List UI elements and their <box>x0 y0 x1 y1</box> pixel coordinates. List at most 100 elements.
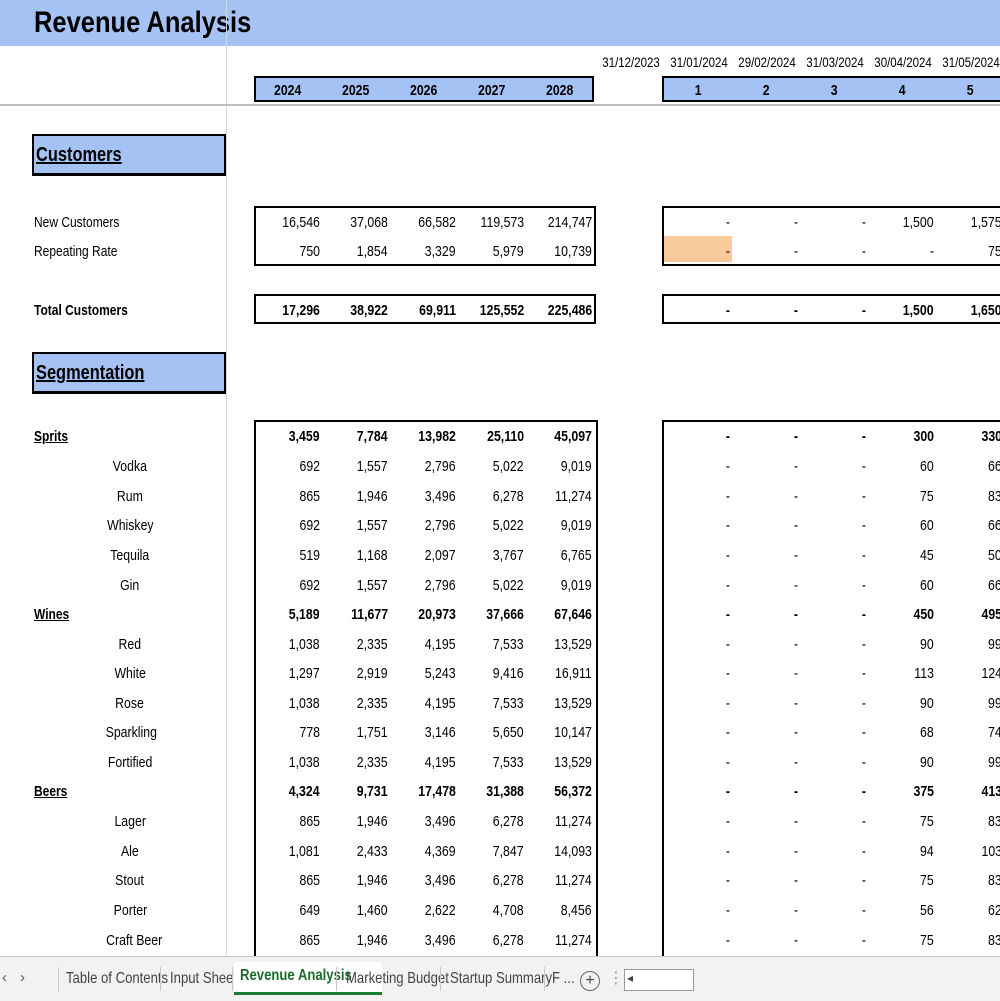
year-value-cell[interactable]: 2,335 <box>320 636 388 653</box>
month-value-cell[interactable]: - <box>662 577 730 594</box>
year-value-cell[interactable]: 1,460 <box>320 902 388 919</box>
year-value-cell[interactable]: 692 <box>252 517 320 534</box>
month-value-cell[interactable]: - <box>730 458 798 475</box>
year-header[interactable]: 2025 <box>322 82 390 99</box>
year-value-cell[interactable]: 1,946 <box>320 488 388 505</box>
month-value-cell[interactable]: - <box>662 872 730 889</box>
month-value-cell[interactable]: 75 <box>866 872 934 889</box>
year-value-cell[interactable]: 6,278 <box>456 813 524 830</box>
row-label[interactable]: Porter <box>100 902 160 919</box>
year-value-cell[interactable]: 13,529 <box>524 754 592 771</box>
year-value-cell[interactable]: 1,946 <box>320 932 388 949</box>
month-value-cell[interactable]: 413 <box>934 783 1000 800</box>
year-value-cell[interactable]: 2,335 <box>320 754 388 771</box>
year-value-cell[interactable]: 1,557 <box>320 517 388 534</box>
year-value-cell[interactable]: 2,335 <box>320 695 388 712</box>
month-value-cell[interactable]: 300 <box>866 428 934 445</box>
month-header[interactable]: 2 <box>732 82 800 99</box>
year-value-cell[interactable]: 1,557 <box>320 577 388 594</box>
month-value-cell[interactable]: 495 <box>934 606 1000 623</box>
row-label[interactable]: Sparkling <box>100 724 160 741</box>
year-value-cell[interactable]: 865 <box>252 488 320 505</box>
year-value-cell[interactable]: 7,847 <box>456 843 524 860</box>
month-value-cell[interactable]: - <box>662 458 730 475</box>
year-value-cell[interactable]: 6,765 <box>524 547 592 564</box>
month-value-cell[interactable]: 90 <box>866 636 934 653</box>
month-value-cell[interactable]: 1,500 <box>866 214 934 231</box>
row-label[interactable]: Sprits <box>34 428 77 445</box>
month-value-cell[interactable]: - <box>730 547 798 564</box>
year-value-cell[interactable]: 16,911 <box>524 665 592 682</box>
year-value-cell[interactable]: 16,546 <box>252 214 320 231</box>
month-value-cell[interactable]: - <box>662 724 730 741</box>
date-header[interactable]: 31/01/2024 <box>664 54 732 70</box>
year-value-cell[interactable]: 214,747 <box>524 214 592 231</box>
month-value-cell[interactable]: - <box>798 547 866 564</box>
year-value-cell[interactable]: 2,097 <box>388 547 456 564</box>
year-value-cell[interactable]: 1,038 <box>252 754 320 771</box>
month-value-cell[interactable]: - <box>798 577 866 594</box>
month-value-cell[interactable]: - <box>798 428 866 445</box>
row-label[interactable]: Craft Beer <box>100 932 162 949</box>
month-value-cell[interactable]: 60 <box>866 458 934 475</box>
month-value-cell[interactable]: - <box>662 695 730 712</box>
scroll-left-icon[interactable]: ‹ <box>2 969 7 986</box>
section-customers[interactable]: Customers <box>32 134 226 176</box>
row-label[interactable]: Wines <box>34 606 78 623</box>
month-value-cell[interactable]: - <box>730 724 798 741</box>
scroll-left-arrow-icon[interactable]: ◂ <box>627 971 633 985</box>
year-value-cell[interactable]: 10,147 <box>524 724 592 741</box>
year-value-cell[interactable]: 6,278 <box>456 872 524 889</box>
month-value-cell[interactable]: - <box>798 695 866 712</box>
month-value-cell[interactable]: - <box>798 243 866 260</box>
month-value-cell[interactable]: - <box>798 902 866 919</box>
month-value-cell[interactable]: - <box>730 636 798 653</box>
year-value-cell[interactable]: 1,854 <box>320 243 388 260</box>
year-value-cell[interactable]: 31,388 <box>456 783 524 800</box>
year-value-cell[interactable]: 6,278 <box>456 932 524 949</box>
year-value-cell[interactable]: 67,646 <box>524 606 592 623</box>
year-value-cell[interactable]: 3,146 <box>388 724 456 741</box>
year-value-cell[interactable]: 865 <box>252 813 320 830</box>
year-value-cell[interactable]: 7,533 <box>456 754 524 771</box>
year-value-cell[interactable]: 45,097 <box>524 428 592 445</box>
year-value-cell[interactable]: 5,022 <box>456 577 524 594</box>
add-sheet-icon[interactable]: + <box>580 971 600 991</box>
month-value-cell[interactable]: 99 <box>934 636 1000 653</box>
year-value-cell[interactable]: 692 <box>252 577 320 594</box>
year-value-cell[interactable]: 1,168 <box>320 547 388 564</box>
month-value-cell[interactable]: 75 <box>866 932 934 949</box>
year-value-cell[interactable]: 1,081 <box>252 843 320 860</box>
month-value-cell[interactable]: - <box>798 665 866 682</box>
month-value-cell[interactable]: 60 <box>866 517 934 534</box>
year-value-cell[interactable]: 119,573 <box>456 214 524 231</box>
year-value-cell[interactable]: 3,459 <box>252 428 320 445</box>
year-value-cell[interactable]: 5,650 <box>456 724 524 741</box>
year-value-cell[interactable]: 4,369 <box>388 843 456 860</box>
row-label[interactable]: Tequila <box>100 547 160 564</box>
row-label[interactable]: Rose <box>100 695 160 712</box>
month-header[interactable]: 1 <box>664 82 732 99</box>
row-label[interactable]: Ale <box>100 843 160 860</box>
month-value-cell[interactable]: 330 <box>934 428 1000 445</box>
year-value-cell[interactable]: 56,372 <box>524 783 592 800</box>
month-value-cell[interactable]: - <box>662 754 730 771</box>
year-value-cell[interactable]: 1,946 <box>320 813 388 830</box>
month-value-cell[interactable]: - <box>662 636 730 653</box>
row-label[interactable]: Vodka <box>100 458 160 475</box>
year-value-cell[interactable]: 4,195 <box>388 636 456 653</box>
month-header[interactable]: 5 <box>936 82 1000 99</box>
year-value-cell[interactable]: 25,110 <box>456 428 524 445</box>
tab-more[interactable]: F ... <box>552 965 580 993</box>
month-value-cell[interactable]: - <box>730 488 798 505</box>
month-value-cell[interactable]: 45 <box>866 547 934 564</box>
month-value-cell[interactable]: - <box>798 754 866 771</box>
month-value-cell[interactable]: 75 <box>866 488 934 505</box>
year-value-cell[interactable]: 17,478 <box>388 783 456 800</box>
year-header[interactable]: 2027 <box>458 82 526 99</box>
month-value-cell[interactable]: - <box>798 606 866 623</box>
month-value-cell[interactable]: - <box>662 813 730 830</box>
year-header[interactable]: 2026 <box>390 82 458 99</box>
year-value-cell[interactable]: 5,189 <box>252 606 320 623</box>
month-value-cell[interactable]: - <box>798 783 866 800</box>
